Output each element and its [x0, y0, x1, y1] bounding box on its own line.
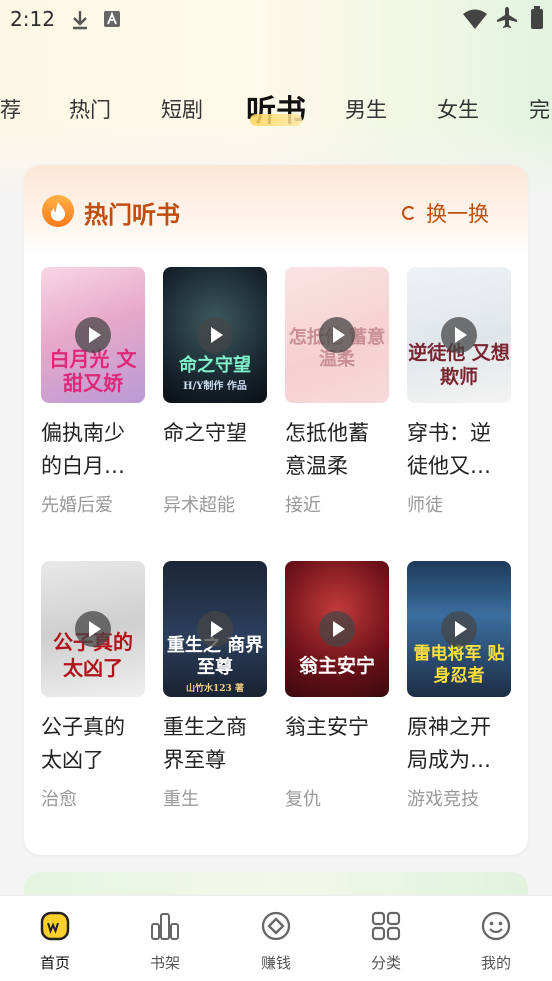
- active-tab-indicator: [250, 114, 302, 126]
- cover-title: 白月光 文甜又娇: [49, 347, 137, 395]
- play-icon[interactable]: [75, 317, 111, 353]
- nav-category[interactable]: 分类: [346, 910, 426, 973]
- book-cover[interactable]: 重生之 商界至尊 山竹水123 著: [163, 561, 267, 697]
- book-card[interactable]: 逆徒他 又想欺师 穿书：逆徒他又… 师徒: [407, 267, 511, 517]
- cover-title: 雷电将军 贴身忍者: [413, 644, 505, 686]
- book-title: 怎抵他蓄意温柔: [285, 421, 369, 478]
- book-tag: 接近: [285, 495, 321, 516]
- earn-icon: [261, 911, 291, 941]
- nav-profile[interactable]: 我的: [456, 910, 536, 973]
- book-tag: 异术超能: [163, 495, 235, 516]
- book-tag: 复仇: [285, 789, 321, 810]
- category-tabs: 荐 热门 短剧 听书 男生 女生 完: [0, 84, 552, 134]
- tab-recommend[interactable]: 荐: [0, 94, 21, 124]
- nav-home[interactable]: 首页: [15, 910, 95, 973]
- cover-author: 山竹水123 著: [186, 684, 244, 694]
- book-cover[interactable]: 公子真的 太凶了: [41, 561, 145, 697]
- section-title: 热门听书: [84, 201, 180, 229]
- bottom-nav: 首页 书架 赚钱 分类 我的: [0, 895, 552, 981]
- cover-title: 命之守望: [179, 355, 251, 376]
- tab-short-drama[interactable]: 短剧: [161, 94, 203, 124]
- category-icon: [371, 911, 401, 941]
- cover-author: H/Y制作 作品: [183, 381, 247, 392]
- book-tag: 先婚后爱: [41, 495, 113, 516]
- battery-icon: [531, 6, 543, 29]
- play-icon[interactable]: [75, 611, 111, 647]
- wifi-icon: [463, 9, 487, 29]
- play-icon[interactable]: [197, 317, 233, 353]
- status-bar: 2:12: [0, 0, 552, 40]
- refresh-label: 换一换: [426, 202, 489, 226]
- nav-bookshelf[interactable]: 书架: [125, 910, 205, 973]
- tab-male[interactable]: 男生: [345, 94, 387, 124]
- book-tag: 治愈: [41, 789, 77, 810]
- book-title: 重生之商界至尊: [163, 715, 247, 772]
- book-cover[interactable]: 命之守望 H/Y制作 作品: [163, 267, 267, 403]
- play-icon[interactable]: [319, 317, 355, 353]
- book-card[interactable]: 翁主安宁 翁主安宁 复仇: [285, 561, 389, 811]
- airplane-icon: [497, 7, 517, 28]
- book-title: 穿书：逆徒他又…: [407, 421, 491, 478]
- download-icon: [73, 11, 87, 30]
- book-tag: 师徒: [407, 495, 443, 516]
- book-title: 原神之开局成为…: [407, 715, 491, 772]
- book-title: 公子真的太凶了: [41, 715, 125, 772]
- book-tag: 游戏竞技: [407, 789, 479, 810]
- tab-female[interactable]: 女生: [437, 94, 479, 124]
- play-icon[interactable]: [319, 611, 355, 647]
- book-title: 命之守望: [163, 421, 247, 445]
- book-card[interactable]: 白月光 文甜又娇 偏执南少的白月… 先婚后爱: [41, 267, 145, 517]
- cover-title: 翁主安宁: [298, 655, 375, 677]
- play-icon[interactable]: [197, 611, 233, 647]
- book-cover[interactable]: 雷电将军 贴身忍者: [407, 561, 511, 697]
- refresh-icon: [402, 206, 416, 220]
- profile-icon: [481, 911, 511, 941]
- home-icon: [40, 911, 70, 941]
- book-cover[interactable]: 白月光 文甜又娇: [41, 267, 145, 403]
- book-tag: 重生: [163, 789, 199, 810]
- tab-hot[interactable]: 热门: [69, 94, 111, 124]
- book-card[interactable]: 怎抵他 蓄意温柔 怎抵他蓄意温柔 接近: [285, 267, 389, 517]
- book-title: 翁主安宁: [285, 715, 369, 739]
- book-cover[interactable]: 怎抵他 蓄意温柔: [285, 267, 389, 403]
- hot-audiobooks-card: 热门听书 换一换 白月光 文甜又娇 偏执南少的白月… 先婚后爱 命之守望 H/Y…: [24, 165, 528, 855]
- nav-earn[interactable]: 赚钱: [236, 910, 316, 973]
- notification-a-icon: [104, 11, 120, 27]
- refresh-button[interactable]: 换一换: [402, 198, 489, 228]
- book-cover[interactable]: 逆徒他 又想欺师: [407, 267, 511, 403]
- play-icon[interactable]: [441, 611, 477, 647]
- book-card[interactable]: 雷电将军 贴身忍者 原神之开局成为… 游戏竞技: [407, 561, 511, 811]
- fire-icon: [42, 195, 74, 227]
- nav-label: 书架: [149, 954, 180, 972]
- nav-label: 我的: [480, 954, 511, 972]
- book-card[interactable]: 命之守望 H/Y制作 作品 命之守望 异术超能: [163, 267, 267, 517]
- bookshelf-icon: [151, 913, 179, 940]
- play-icon[interactable]: [441, 317, 477, 353]
- book-card[interactable]: 公子真的 太凶了 公子真的太凶了 治愈: [41, 561, 145, 811]
- book-card[interactable]: 重生之 商界至尊 山竹水123 著 重生之商界至尊 重生: [163, 561, 267, 811]
- nav-label: 分类: [370, 954, 401, 972]
- book-title: 偏执南少的白月…: [41, 421, 125, 478]
- tab-completed[interactable]: 完: [529, 94, 550, 124]
- book-cover[interactable]: 翁主安宁: [285, 561, 389, 697]
- nav-label: 首页: [39, 954, 70, 972]
- status-time: 2:12: [10, 7, 55, 31]
- nav-label: 赚钱: [260, 954, 291, 972]
